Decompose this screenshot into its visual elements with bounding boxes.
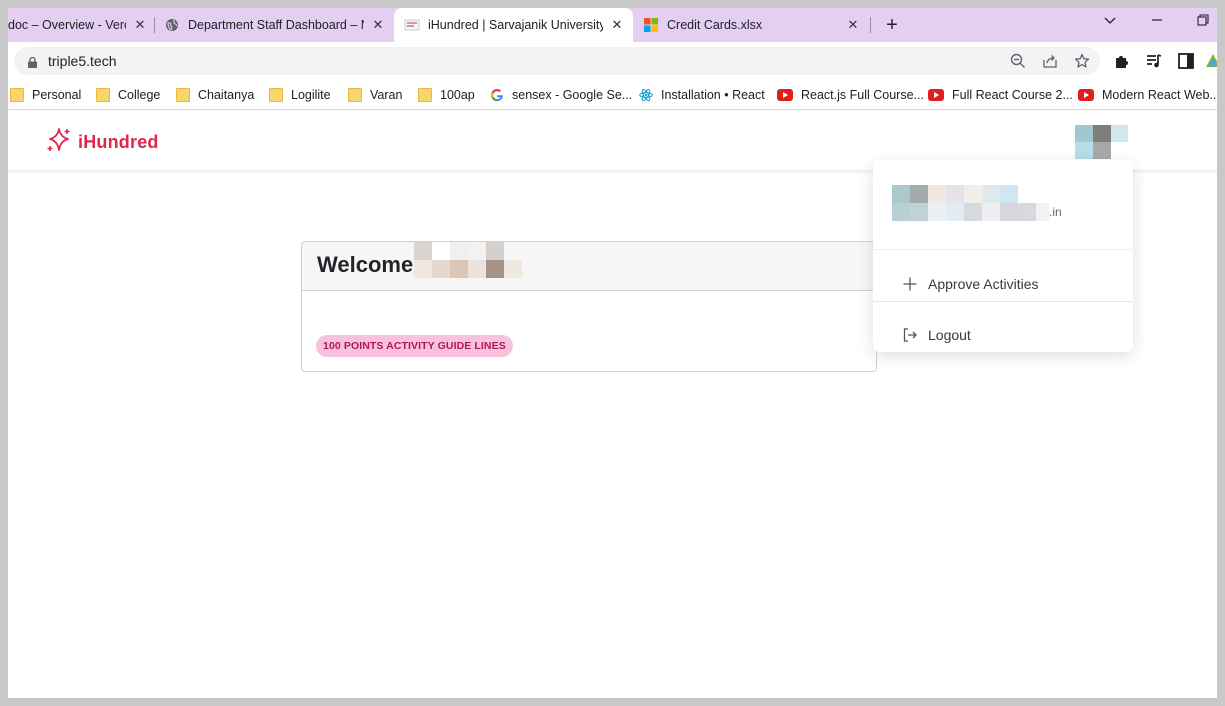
- brand-name: iHundred: [78, 132, 159, 152]
- youtube-icon: [928, 89, 944, 101]
- bookmark-star-icon[interactable]: [1074, 53, 1090, 69]
- bookmark-label: React.js Full Course...: [801, 88, 924, 102]
- url-text[interactable]: triple5.tech: [48, 53, 116, 69]
- bookmark-personal[interactable]: Personal: [10, 86, 81, 104]
- google-icon: [490, 88, 504, 102]
- welcome-card: Welcome 100 POINTS ACTIVITY GUIDE LINES: [301, 241, 877, 372]
- microsoft-icon: [643, 17, 659, 33]
- bookmark-label: Logilite: [291, 88, 331, 102]
- menu-divider: [873, 301, 1133, 302]
- tab-title: doc – Overview - Vercel: [8, 18, 126, 32]
- bookmark-chaitanya[interactable]: Chaitanya: [176, 86, 254, 104]
- zoom-icon[interactable]: [1010, 53, 1026, 69]
- bookmarks-bar: Personal College Chaitanya Logilite Vara…: [8, 80, 1217, 110]
- tab-search-chevron-icon[interactable]: [1100, 14, 1120, 29]
- user-dropdown-menu: .in Approve Activities Logout: [873, 160, 1133, 352]
- logout-label: Logout: [928, 327, 971, 343]
- close-icon[interactable]: ✕: [132, 17, 148, 33]
- tab-credit-cards[interactable]: Credit Cards.xlsx ✕: [643, 8, 863, 42]
- media-control-icon[interactable]: [1145, 52, 1163, 70]
- folder-icon: [269, 88, 283, 102]
- bookmark-label: Installation • React: [661, 88, 765, 102]
- bookmark-100ap[interactable]: 100ap: [418, 86, 475, 104]
- brand-logo[interactable]: iHundred: [46, 127, 159, 158]
- browser-window: doc – Overview - Vercel ✕ Department Sta…: [8, 8, 1217, 698]
- extensions-icon[interactable]: [1113, 52, 1131, 70]
- folder-icon: [10, 88, 24, 102]
- user-info: .in: [873, 160, 1133, 250]
- bookmark-sensex[interactable]: sensex - Google Se...: [490, 86, 632, 104]
- welcome-title: Welcome: [317, 252, 414, 277]
- globe-icon: [164, 17, 180, 33]
- university-logo-icon: [404, 17, 420, 33]
- restore-icon[interactable]: [1193, 14, 1213, 29]
- side-panel-icon[interactable]: [1177, 52, 1195, 70]
- bookmark-label: Varan: [370, 88, 403, 102]
- bookmark-react-installation[interactable]: Installation • React: [639, 86, 765, 104]
- browser-toolbar: triple5.tech: [8, 42, 1217, 80]
- card-header: Welcome: [302, 242, 876, 291]
- redacted-user-name: [414, 242, 544, 278]
- folder-icon: [418, 88, 432, 102]
- tab-ihundred[interactable]: iHundred | Sarvajanik University ✕: [394, 8, 633, 42]
- share-icon[interactable]: [1042, 53, 1058, 69]
- bookmark-full-react-course[interactable]: Full React Course 2...: [928, 86, 1073, 104]
- bookmark-logilite[interactable]: Logilite: [269, 86, 331, 104]
- minimize-icon[interactable]: [1147, 14, 1167, 29]
- tab-staff-dashboard[interactable]: Department Staff Dashboard – Next.js ✕: [164, 8, 392, 42]
- new-tab-button[interactable]: +: [880, 13, 904, 37]
- bookmark-varan[interactable]: Varan: [348, 86, 402, 104]
- folder-icon: [348, 88, 362, 102]
- youtube-icon: [1078, 89, 1094, 101]
- tab-divider: [154, 17, 155, 33]
- bookmark-label: sensex - Google Se...: [512, 88, 633, 102]
- bookmark-label: Modern React Web...: [1102, 88, 1217, 102]
- bookmark-label: Chaitanya: [198, 88, 255, 102]
- bookmark-label: 100ap: [440, 88, 475, 102]
- bookmark-college[interactable]: College: [96, 86, 160, 104]
- email-suffix: .in: [1049, 205, 1062, 219]
- bookmark-label: Personal: [32, 88, 82, 102]
- address-bar[interactable]: triple5.tech: [14, 47, 1100, 75]
- close-icon[interactable]: ✕: [845, 17, 861, 33]
- tab-divider: [870, 17, 871, 33]
- react-icon: [639, 88, 653, 102]
- tab-title: iHundred | Sarvajanik University: [428, 18, 603, 32]
- close-icon[interactable]: ✕: [609, 17, 625, 33]
- approve-activities-label: Approve Activities: [928, 276, 1039, 292]
- profile-icon[interactable]: [1204, 52, 1217, 70]
- folder-icon: [176, 88, 190, 102]
- tab-title: Credit Cards.xlsx: [667, 18, 763, 32]
- tab-vercel[interactable]: doc – Overview - Vercel ✕: [8, 8, 154, 42]
- close-icon[interactable]: ✕: [370, 17, 386, 33]
- logout-icon: [902, 327, 918, 343]
- bookmark-modern-react[interactable]: Modern React Web...: [1078, 86, 1217, 104]
- sparkle-icon: [46, 127, 72, 158]
- tab-title: Department Staff Dashboard – Next.js: [188, 18, 364, 32]
- logout-item[interactable]: Logout: [873, 310, 1133, 360]
- tab-strip: doc – Overview - Vercel ✕ Department Sta…: [8, 8, 1217, 42]
- bookmark-label: College: [118, 88, 161, 102]
- bookmark-label: Full React Course 2...: [952, 88, 1073, 102]
- guidelines-badge[interactable]: 100 POINTS ACTIVITY GUIDE LINES: [316, 335, 513, 357]
- plus-icon: [902, 276, 918, 292]
- avatar[interactable]: [1075, 125, 1128, 159]
- bookmark-reactjs-course[interactable]: React.js Full Course...: [777, 86, 924, 104]
- folder-icon: [96, 88, 110, 102]
- lock-icon[interactable]: [28, 55, 37, 68]
- user-email: .in: [892, 185, 1062, 221]
- youtube-icon: [777, 89, 793, 101]
